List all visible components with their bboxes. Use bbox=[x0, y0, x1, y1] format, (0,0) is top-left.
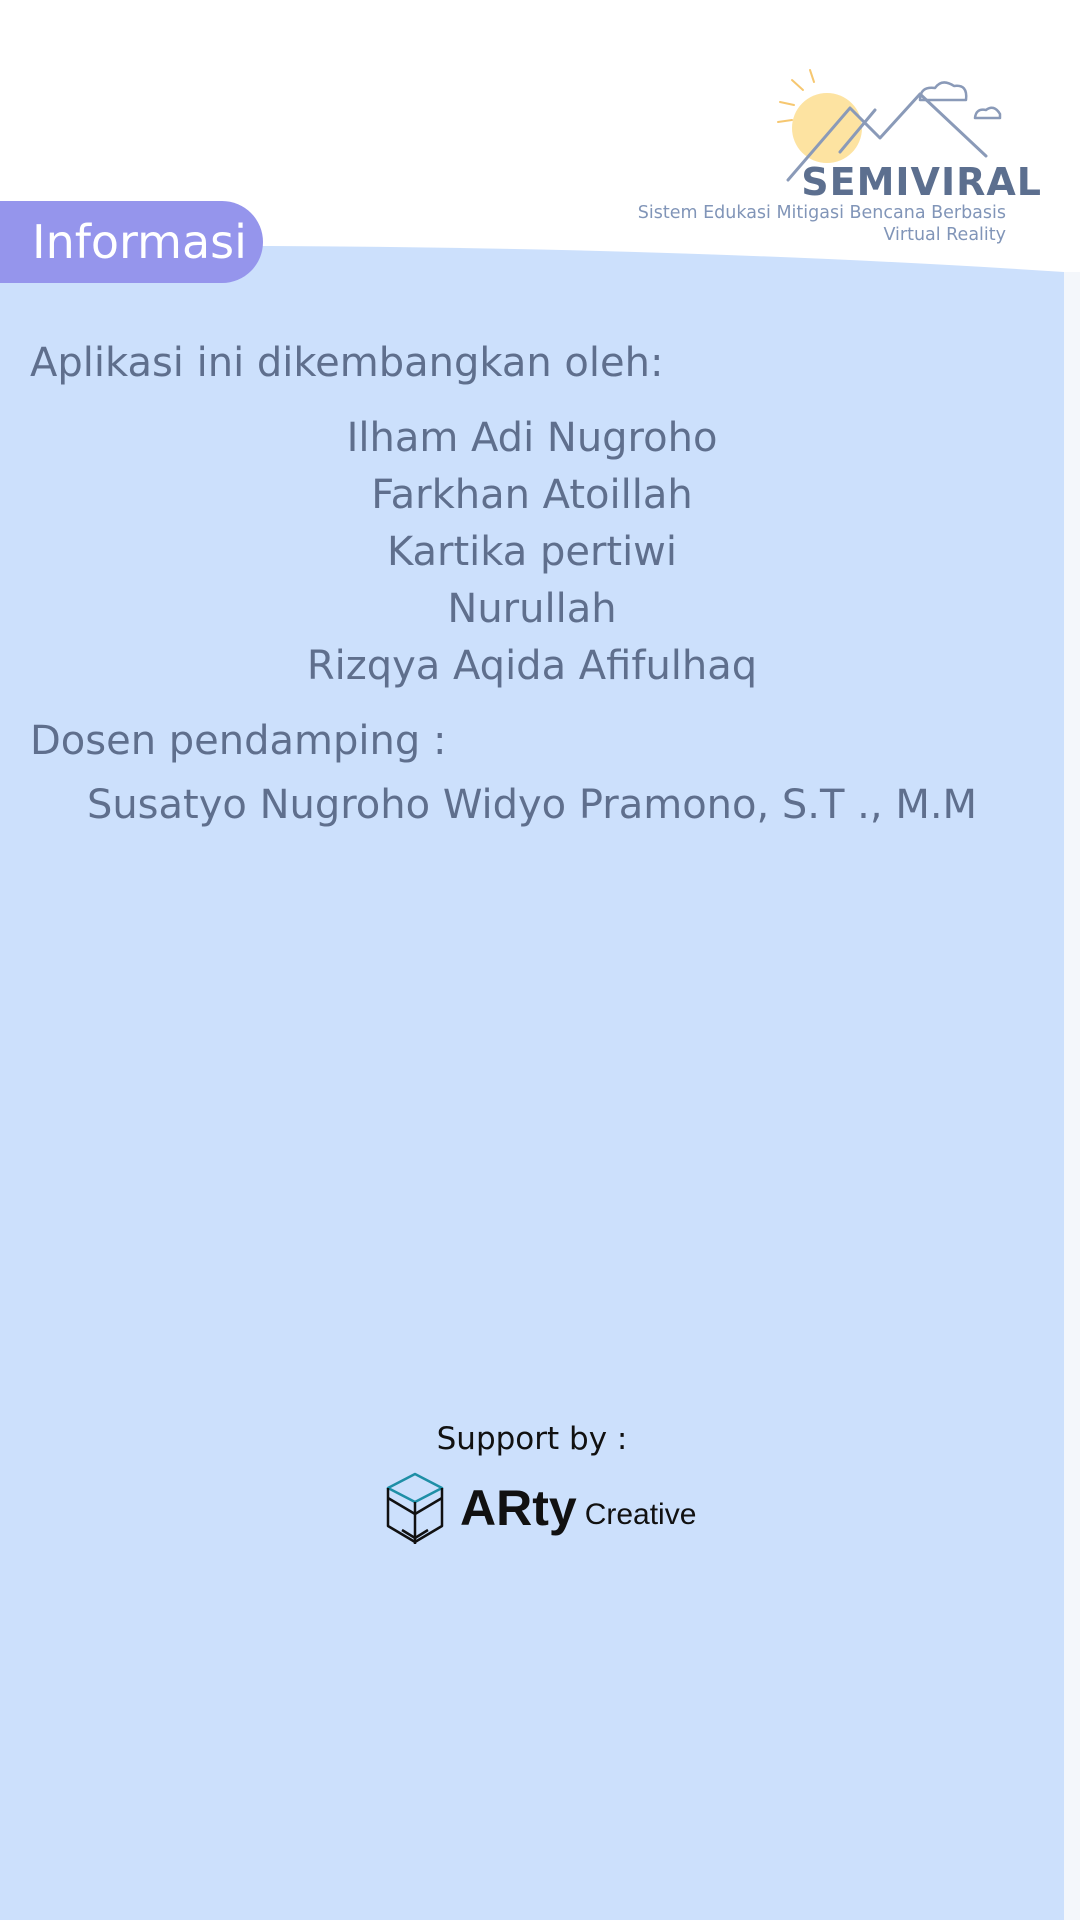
developer-name: Kartika pertiwi bbox=[386, 529, 678, 575]
developer-name: Ilham Adi Nugroho bbox=[346, 415, 718, 461]
developers-heading: Aplikasi ini dikembangkan oleh: bbox=[30, 340, 664, 386]
sponsor-brand-name: ARty bbox=[460, 1480, 577, 1536]
informasi-tab: Informasi bbox=[0, 201, 263, 283]
cube-logo-icon bbox=[386, 1472, 444, 1544]
advisor-heading: Dosen pendamping : bbox=[30, 718, 447, 764]
developer-name: Farkhan Atoillah bbox=[371, 472, 693, 518]
logo-title: SEMIVIRAL bbox=[801, 160, 1042, 204]
logo-subtitle: Sistem Edukasi Mitigasi Bencana Berbasis… bbox=[637, 203, 1006, 245]
advisor-name: Susatyo Nugroho Widyo Pramono, S.T ., M.… bbox=[86, 782, 978, 828]
semiviral-logo: SEMIVIRAL Sistem Edukasi Mitigasi Bencan… bbox=[638, 60, 1060, 260]
developer-name: Rizqya Aqida Afifulhaq bbox=[306, 643, 758, 689]
sponsor-brand-suffix: Creative bbox=[584, 1498, 697, 1531]
informasi-tab-label: Informasi bbox=[32, 215, 247, 269]
arty-creative-logo: ARty Creative bbox=[380, 1468, 696, 1548]
info-page: SEMIVIRAL Sistem Edukasi Mitigasi Bencan… bbox=[0, 0, 1080, 1920]
content-panel-background bbox=[0, 246, 1080, 1920]
developer-list: Ilham Adi Nugroho Farkhan Atoillah Karti… bbox=[0, 410, 1064, 695]
developer-name: Nurullah bbox=[447, 586, 617, 632]
support-label: Support by : bbox=[436, 1421, 628, 1457]
